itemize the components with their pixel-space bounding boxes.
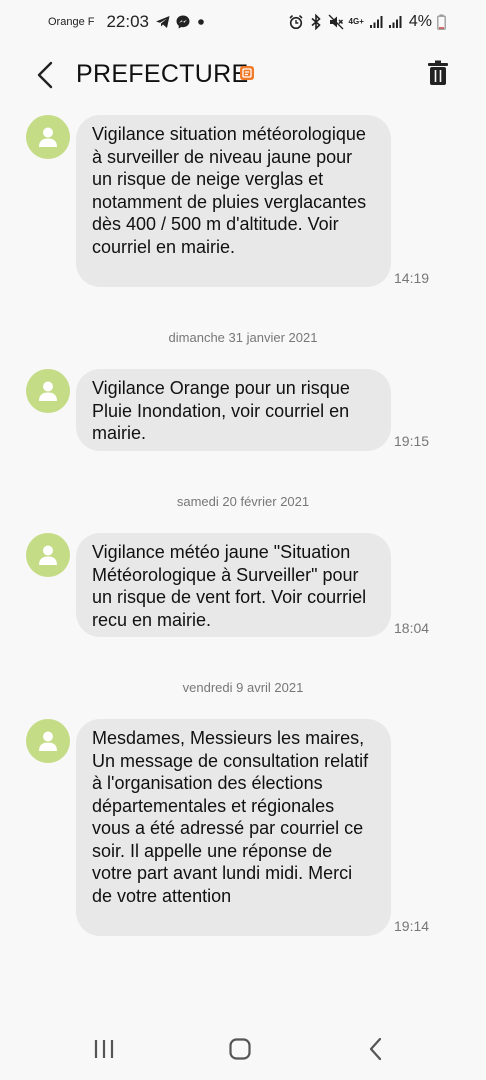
battery-percent: 4% [408, 13, 432, 30]
battery-icon [437, 14, 446, 30]
back-button[interactable] [30, 60, 60, 90]
message-time: 18:04 [394, 620, 430, 636]
signal-icon [369, 16, 383, 28]
system-navigation-bar [0, 1012, 486, 1080]
contact-name[interactable]: PREFECTURE [76, 60, 248, 89]
chat-badge-icon [240, 66, 254, 80]
telegram-icon [156, 16, 170, 28]
message-time: 14:19 [394, 270, 430, 286]
contact-avatar[interactable] [26, 533, 70, 577]
back-arrow-icon [37, 61, 53, 89]
mute-icon [328, 14, 343, 30]
date-separator: dimanche 31 janvier 2021 [168, 330, 318, 345]
person-icon [39, 127, 57, 147]
network-type-label: 4G+ [348, 17, 364, 26]
message-time: 19:15 [394, 433, 430, 449]
message-bubble[interactable]: Vigilance situation météorologique à sur… [76, 115, 391, 287]
trash-icon [428, 60, 448, 85]
message-bubble[interactable]: Vigilance météo jaune "Situation Météoro… [76, 533, 391, 637]
contact-avatar[interactable] [26, 115, 70, 159]
carrier-name: Orange F [48, 16, 95, 28]
nav-back-button[interactable] [358, 1034, 394, 1064]
signal-icon [388, 16, 402, 28]
message-time: 19:14 [394, 918, 430, 934]
delete-button[interactable] [426, 60, 456, 90]
messenger-icon [176, 15, 190, 29]
person-icon [39, 731, 57, 751]
status-bar: Orange F 22:03 4G+ 4% [0, 0, 486, 44]
contact-avatar[interactable] [26, 719, 70, 763]
recent-apps-button[interactable] [86, 1034, 122, 1064]
dot-icon [198, 19, 204, 25]
message-bubble[interactable]: Mesdames, Messieurs les maires, Un messa… [76, 719, 391, 936]
bluetooth-icon [311, 14, 321, 30]
message-bubble[interactable]: Vigilance Orange pour un risque Pluie In… [76, 369, 391, 451]
date-separator: vendredi 9 avril 2021 [182, 680, 304, 695]
person-icon [39, 545, 57, 565]
date-separator: samedi 20 février 2021 [176, 494, 310, 509]
status-time: 22:03 [106, 12, 150, 31]
home-button[interactable] [222, 1034, 258, 1064]
recent-apps-icon [94, 1040, 114, 1058]
back-icon [369, 1037, 382, 1061]
conversation-header: PREFECTURE [0, 44, 486, 106]
person-icon [39, 381, 57, 401]
contact-avatar[interactable] [26, 369, 70, 413]
home-icon [229, 1038, 251, 1060]
alarm-icon [288, 15, 303, 30]
